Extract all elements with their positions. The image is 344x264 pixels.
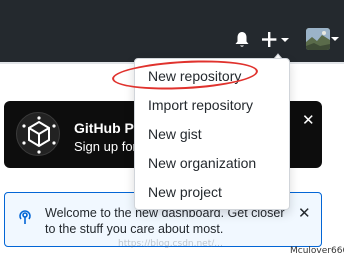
- close-icon[interactable]: ✕: [298, 206, 311, 221]
- cube-logo-icon: [16, 112, 60, 156]
- menu-item-new-project[interactable]: New project: [148, 181, 288, 203]
- plus-icon[interactable]: [262, 31, 290, 49]
- menu-item-new-gist[interactable]: New gist: [148, 123, 288, 145]
- promo-subtitle[interactable]: Sign up for: [74, 139, 137, 154]
- broadcast-icon: [19, 210, 31, 224]
- bell-icon[interactable]: [234, 31, 250, 49]
- watermark-url: https://blog.csdn.net/...: [118, 239, 223, 249]
- watermark-user: Mculover666: [290, 246, 344, 256]
- user-avatar[interactable]: [306, 28, 330, 50]
- menu-item-new-organization[interactable]: New organization: [148, 152, 288, 174]
- chevron-down-icon[interactable]: [331, 37, 339, 41]
- close-icon[interactable]: ✕: [302, 113, 315, 128]
- top-navbar: [0, 0, 344, 62]
- menu-item-import-repository[interactable]: Import repository: [148, 94, 288, 116]
- promo-title: GitHub P: [74, 120, 134, 136]
